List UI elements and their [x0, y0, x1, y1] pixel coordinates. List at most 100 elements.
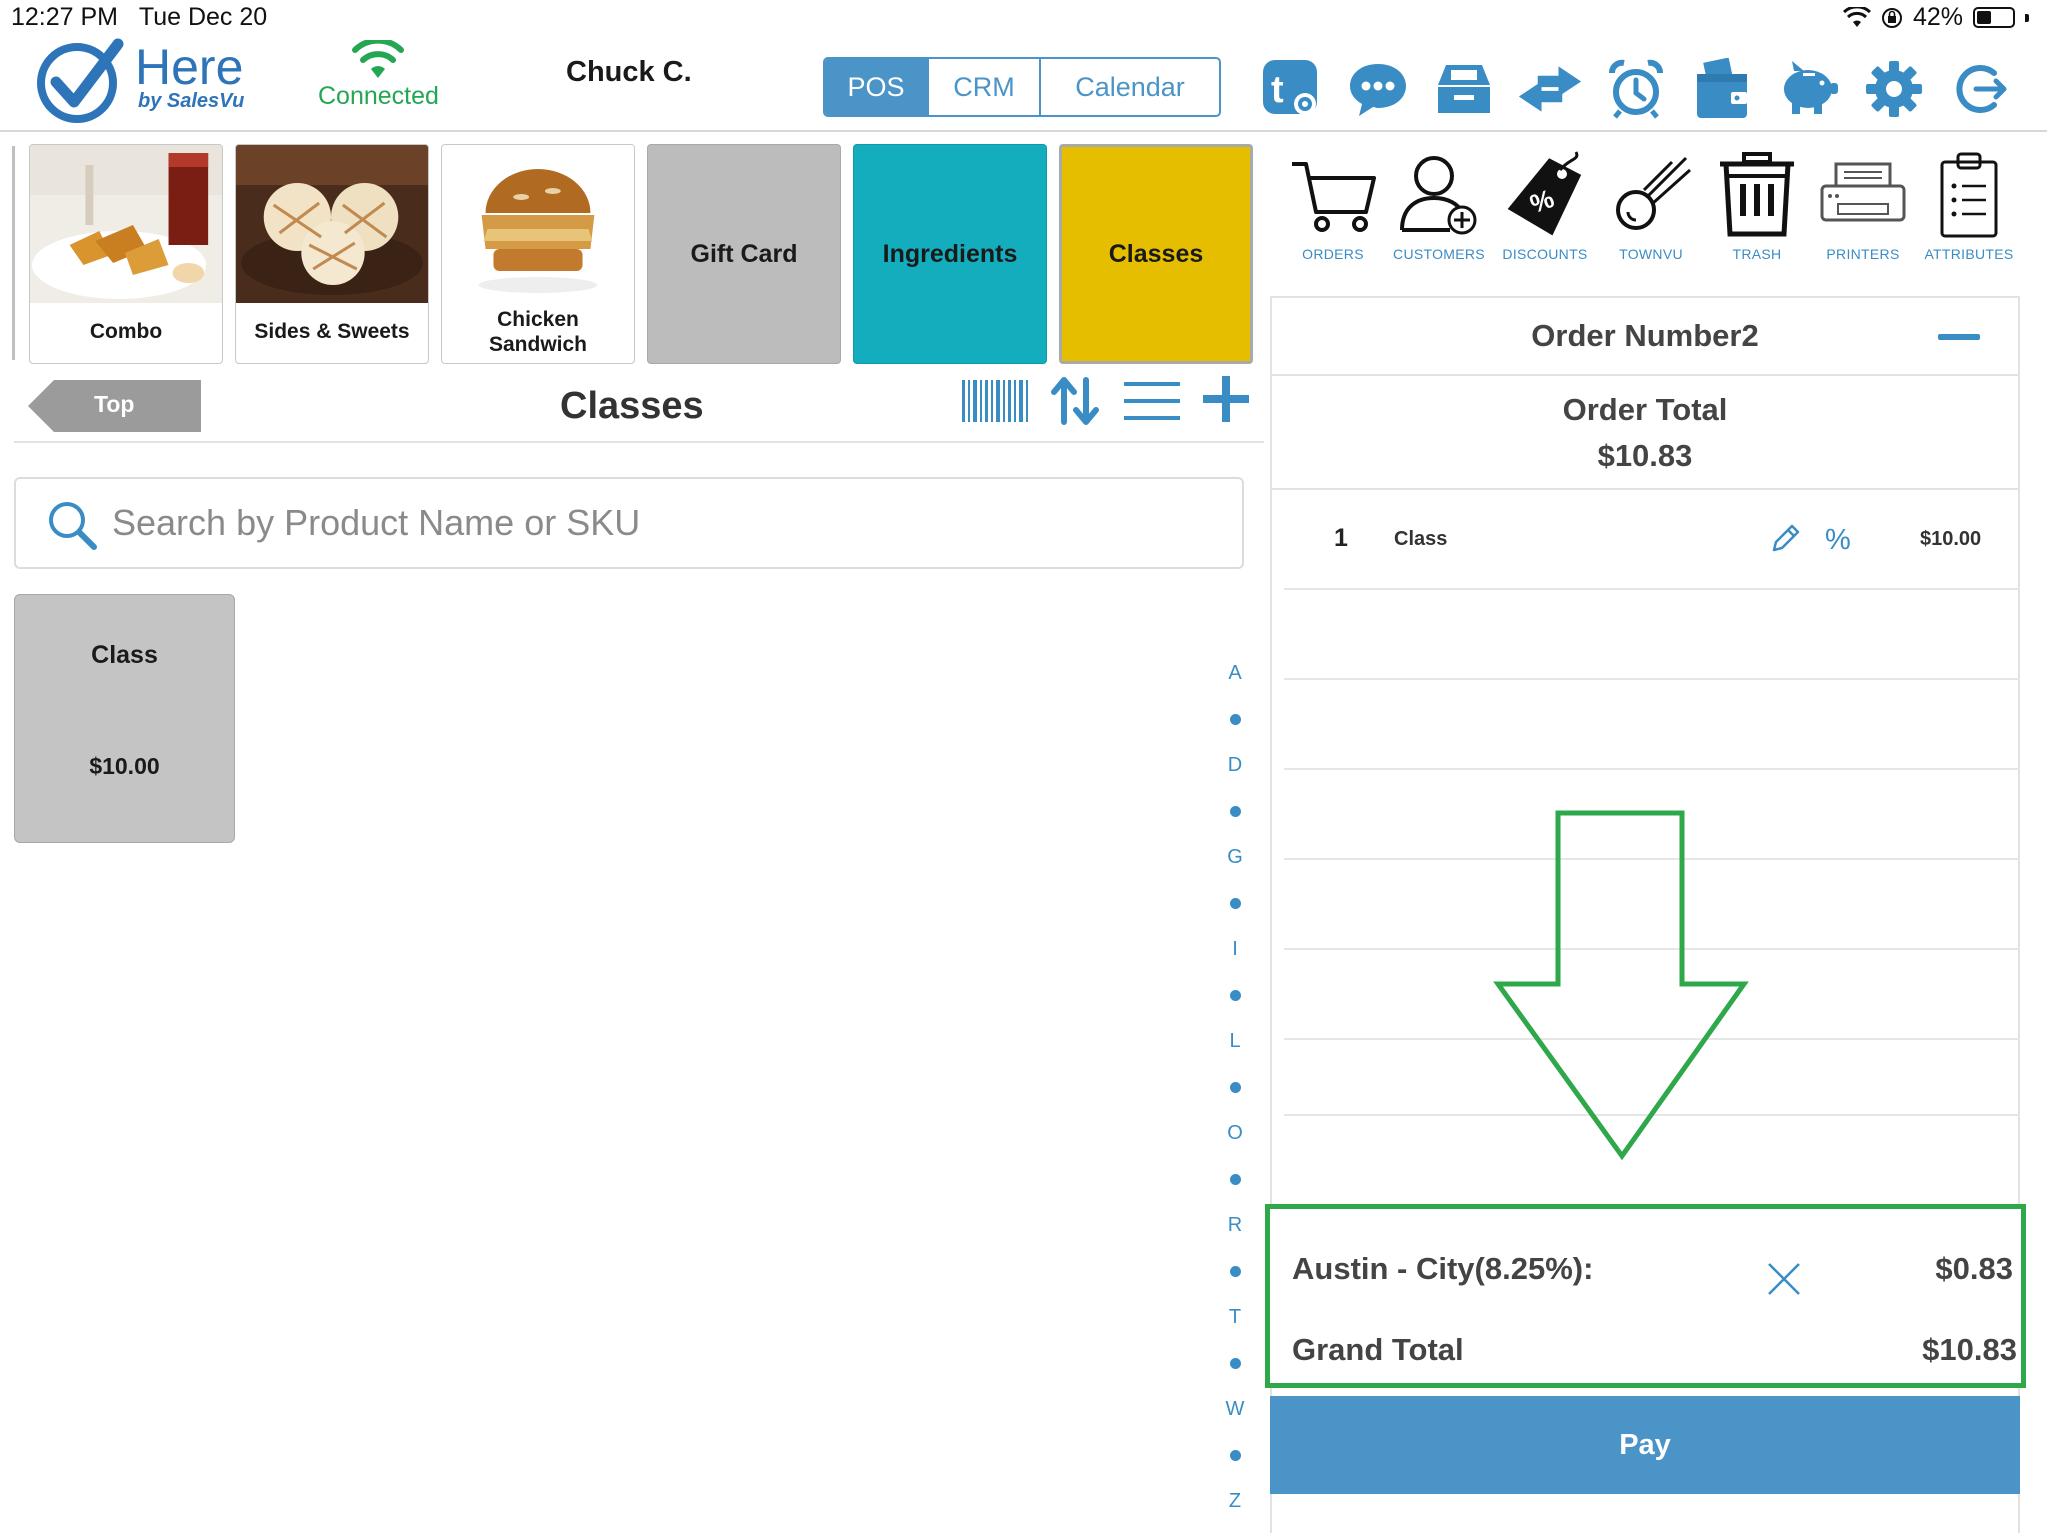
index-letter[interactable]: T	[1215, 1294, 1255, 1340]
index-letter[interactable]: Z	[1215, 1478, 1255, 1524]
toolbar-label: CUSTOMERS	[1393, 246, 1485, 262]
add-icon[interactable]	[1202, 374, 1250, 424]
trash-button[interactable]: TRASH	[1704, 150, 1810, 262]
combo-image	[30, 145, 222, 303]
battery-nub	[2025, 13, 2029, 22]
order-total-value: $10.83	[1597, 438, 1693, 473]
tab-calendar[interactable]: Calendar	[1041, 59, 1219, 115]
wallet-icon[interactable]	[1689, 56, 1755, 122]
add-customer-icon	[1400, 156, 1477, 235]
logo-checkmark-icon	[37, 38, 124, 123]
category-label: Gift Card	[690, 240, 798, 268]
order-line-item[interactable]: 1 Class % $10.00	[1272, 494, 2018, 588]
clipboard-icon	[1940, 152, 1998, 238]
collapse-order-button[interactable]	[1938, 334, 1980, 340]
category-classes[interactable]: Classes	[1059, 144, 1253, 364]
toolbar-label: TOWNVU	[1619, 246, 1683, 262]
attributes-button[interactable]: ATTRIBUTES	[1916, 150, 2022, 262]
gear-icon[interactable]	[1861, 56, 1927, 122]
index-dot	[1215, 972, 1255, 1018]
remove-tax-icon[interactable]	[1766, 1261, 1802, 1297]
order-header: Order Number2	[1272, 298, 2018, 376]
line-price: $10.00	[1920, 528, 1982, 550]
discount-tag-icon: %	[1507, 151, 1582, 236]
battery-percent: 42%	[1912, 3, 1963, 31]
index-dot	[1215, 696, 1255, 742]
index-letter[interactable]: I	[1215, 926, 1255, 972]
category-sides-sweets[interactable]: Sides & Sweets	[235, 144, 429, 364]
pay-button[interactable]: Pay	[1270, 1396, 2020, 1494]
tab-crm[interactable]: CRM	[929, 59, 1041, 115]
customers-button[interactable]: CUSTOMERS	[1386, 150, 1492, 262]
connection-label: Connected	[318, 82, 439, 110]
index-letter[interactable]: R	[1215, 1202, 1255, 1248]
user-name[interactable]: Chuck C.	[566, 56, 692, 89]
line-discount-button[interactable]: %	[1825, 524, 1851, 557]
cash-drawer-icon[interactable]	[1431, 56, 1497, 122]
piggy-bank-icon[interactable]	[1775, 56, 1841, 122]
tax-label: Austin - City(8.25%):	[1292, 1251, 1594, 1286]
barcode-icon[interactable]	[960, 378, 1030, 424]
date: Tue Dec 20	[138, 3, 268, 31]
app-header: Here by SalesVu Connected Chuck C. POS C…	[0, 34, 2047, 132]
category-chicken-sandwich[interactable]: Chicken Sandwich	[441, 144, 635, 364]
battery-fill	[1977, 11, 1991, 24]
category-ingredients[interactable]: Ingredients	[853, 144, 1047, 364]
search-input[interactable]	[112, 491, 1212, 555]
wifi-connected-icon	[352, 40, 404, 78]
sort-icon[interactable]	[1050, 376, 1100, 426]
header-toolbar: t	[1259, 56, 2013, 122]
logout-icon[interactable]	[1947, 56, 2013, 122]
logo-subtext: by SalesVu	[138, 90, 245, 112]
alphabet-index[interactable]: A D G I L O R T W Z	[1215, 650, 1255, 1524]
index-letter[interactable]: O	[1215, 1110, 1255, 1156]
annotation-arrow-icon	[1493, 810, 1749, 1161]
index-letter[interactable]: G	[1215, 834, 1255, 880]
row-divider	[1284, 588, 2020, 590]
index-letter[interactable]: D	[1215, 742, 1255, 788]
wifi-status-icon	[1842, 6, 1871, 27]
divider	[1272, 488, 2018, 490]
top-back-label: Top	[94, 391, 135, 417]
printers-button[interactable]: PRINTERS	[1810, 150, 1916, 262]
category-combo[interactable]: Combo	[29, 144, 223, 364]
index-letter[interactable]: W	[1215, 1386, 1255, 1432]
order-title: Order Number2	[1531, 318, 1759, 353]
discounts-button[interactable]: % DISCOUNTS	[1492, 150, 1598, 262]
totals-highlight-box: Austin - City(8.25%): $0.83 Grand Total …	[1265, 1204, 2026, 1388]
townvu-button[interactable]: TOWNVU	[1598, 150, 1704, 262]
index-letter[interactable]: A	[1215, 650, 1255, 696]
alarm-clock-icon[interactable]	[1603, 56, 1669, 122]
index-dot	[1215, 1156, 1255, 1202]
orders-button[interactable]: ORDERS	[1280, 150, 1386, 262]
toolbar-label: DISCOUNTS	[1502, 246, 1588, 262]
printer-icon	[1820, 162, 1906, 222]
sides-sweets-image	[236, 145, 428, 303]
list-view-icon[interactable]	[1122, 378, 1182, 424]
logo-text: Here	[135, 39, 244, 95]
grand-total-label: Grand Total	[1292, 1332, 1464, 1367]
category-gift-card[interactable]: Gift Card	[647, 144, 841, 364]
order-total-label: Order Total	[1562, 392, 1728, 427]
product-tile-class[interactable]: Class $10.00	[14, 594, 235, 843]
orientation-lock-icon	[1881, 7, 1902, 28]
townvu-settings-icon[interactable]: t	[1259, 56, 1325, 122]
tab-pos[interactable]: POS	[825, 59, 929, 115]
grand-total-value: $10.83	[1922, 1332, 2017, 1367]
chat-icon[interactable]	[1345, 56, 1411, 122]
svg-text:t: t	[1271, 69, 1284, 111]
edit-pencil-icon[interactable]	[1768, 522, 1802, 556]
category-label: Ingredients	[882, 240, 1018, 268]
index-dot	[1215, 1064, 1255, 1110]
index-letter[interactable]: L	[1215, 1018, 1255, 1064]
category-label: Sides & Sweets	[254, 320, 410, 344]
tax-value: $0.83	[1935, 1251, 2013, 1286]
section-title: Classes	[560, 385, 704, 427]
status-indicators: 42%	[1842, 3, 2029, 32]
index-dot	[1215, 788, 1255, 834]
product-price: $10.00	[89, 753, 160, 779]
transfer-icon[interactable]	[1517, 56, 1583, 122]
line-qty: 1	[1334, 524, 1348, 552]
comet-icon	[1616, 156, 1692, 230]
chicken-sandwich-image	[442, 145, 634, 303]
